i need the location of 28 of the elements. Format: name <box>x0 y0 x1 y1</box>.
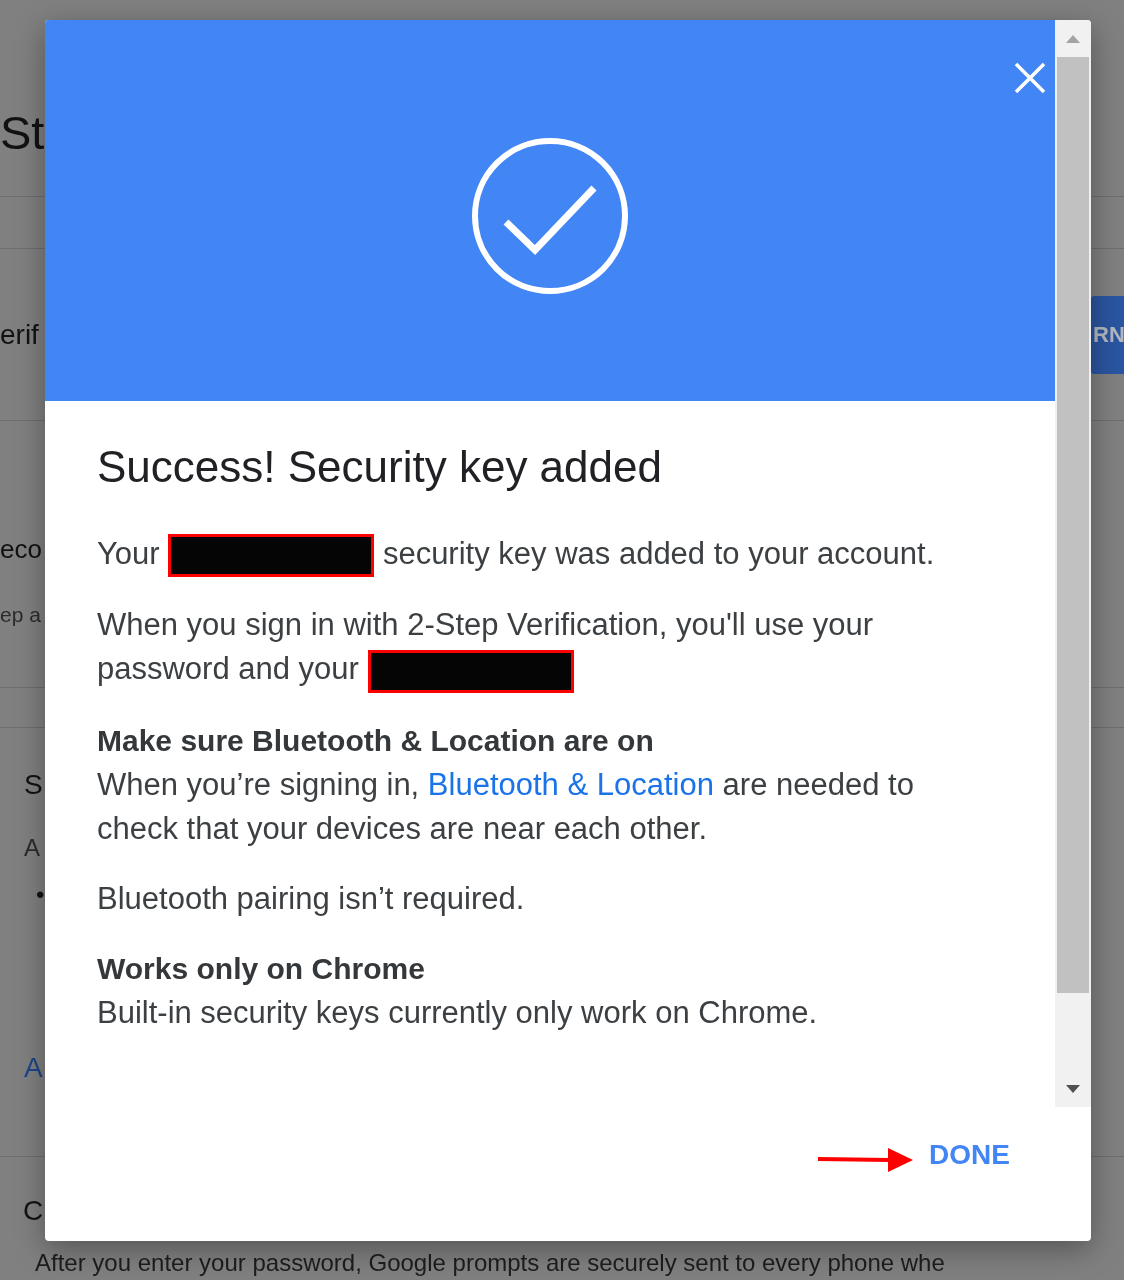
page-button[interactable]: RN <box>1091 295 1124 374</box>
bluetooth-location-link[interactable]: Bluetooth & Location <box>427 766 714 802</box>
section-heading: C <box>23 1194 44 1228</box>
scrollbar[interactable] <box>1055 20 1091 1107</box>
scroll-down-icon[interactable] <box>1066 1084 1080 1093</box>
dialog-title: Success! Security key added <box>97 443 663 491</box>
body-text: security key was added to your account. <box>382 536 935 571</box>
done-button[interactable]: DONE <box>913 1131 1026 1179</box>
row-description: ep a <box>0 602 41 628</box>
scroll-up-icon[interactable] <box>1066 34 1080 43</box>
body-text: Your <box>97 536 160 571</box>
check-circle-icon <box>472 138 628 294</box>
section-description: After you enter your password, Google prompts are securely sent to every phone whe <box>35 1248 945 1278</box>
page-heading: St <box>0 105 45 161</box>
body-text: When you’re signing in, Bluetooth & Location are needed to check that your devices are near each other. <box>97 765 915 848</box>
scrollbar-thumb[interactable] <box>1057 57 1089 993</box>
body-text: Bluetooth pairing isn’t required. <box>97 879 526 918</box>
section-description: A <box>24 833 40 863</box>
section-link[interactable]: A <box>24 1050 43 1086</box>
row-label: erif <box>0 317 39 352</box>
row-title: eco <box>0 533 42 566</box>
section-heading: S <box>24 768 43 802</box>
section-heading: Works only on Chrome <box>97 950 426 987</box>
list-bullet: • <box>36 880 45 910</box>
body-text: When you sign in with 2-Step Verification, you'll use your <box>97 607 874 643</box>
section-heading: Make sure Bluetooth & Location are on <box>97 722 655 759</box>
body-text: Built-in security keys currently only work on Chrome. <box>97 993 819 1032</box>
body-text: password and your <box>97 651 359 687</box>
